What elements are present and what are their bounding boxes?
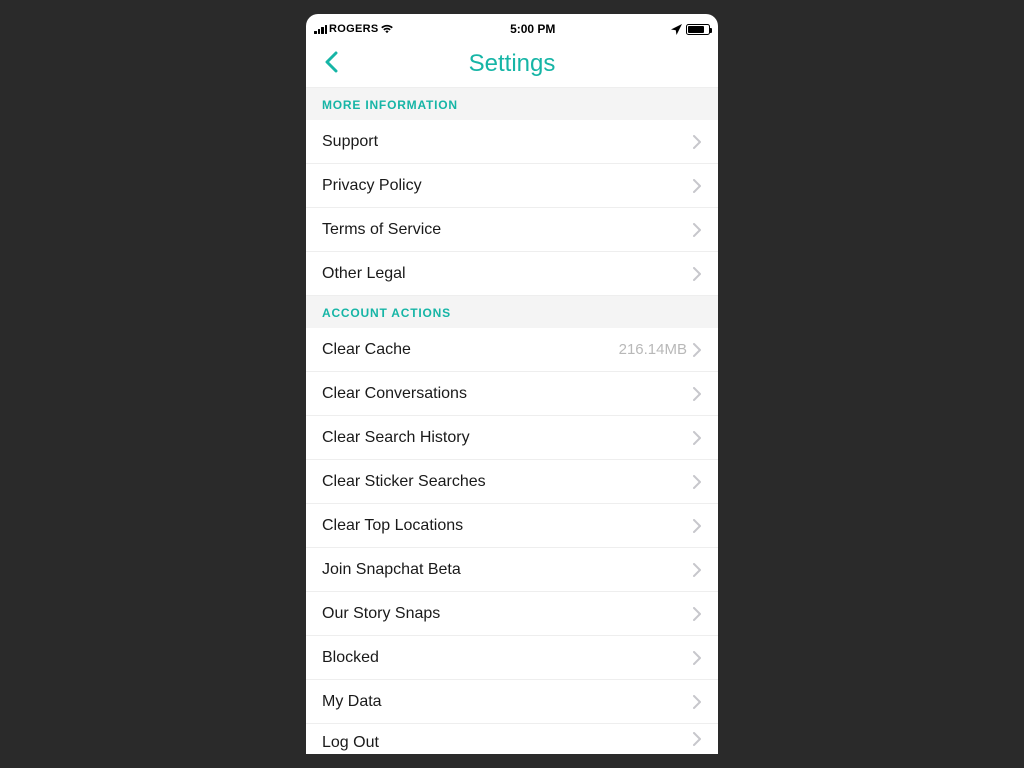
wifi-icon bbox=[380, 24, 394, 34]
row-join-snapchat-beta[interactable]: Join Snapchat Beta bbox=[306, 548, 718, 592]
chevron-right-icon bbox=[693, 343, 702, 357]
row-clear-cache[interactable]: Clear Cache 216.14MB bbox=[306, 328, 718, 372]
settings-list[interactable]: MORE INFORMATION Support Privacy Policy … bbox=[306, 88, 718, 754]
page-title: Settings bbox=[469, 50, 556, 78]
row-label: Other Legal bbox=[322, 265, 406, 283]
row-other-legal[interactable]: Other Legal bbox=[306, 252, 718, 296]
chevron-right-icon bbox=[693, 135, 702, 149]
phone-screen: ROGERS 5:00 PM Settings MORE INFORMATION… bbox=[306, 14, 718, 754]
row-label: Clear Conversations bbox=[322, 385, 467, 403]
row-clear-search-history[interactable]: Clear Search History bbox=[306, 416, 718, 460]
row-label: Our Story Snaps bbox=[322, 605, 440, 623]
chevron-right-icon bbox=[693, 607, 702, 621]
row-label: Terms of Service bbox=[322, 221, 441, 239]
row-clear-top-locations[interactable]: Clear Top Locations bbox=[306, 504, 718, 548]
back-button[interactable] bbox=[316, 46, 346, 82]
row-terms-of-service[interactable]: Terms of Service bbox=[306, 208, 718, 252]
row-label: Privacy Policy bbox=[322, 177, 422, 195]
chevron-right-icon bbox=[693, 267, 702, 281]
chevron-right-icon bbox=[693, 651, 702, 665]
status-bar: ROGERS 5:00 PM bbox=[306, 18, 718, 40]
chevron-right-icon bbox=[693, 519, 702, 533]
location-icon bbox=[671, 24, 682, 35]
row-privacy-policy[interactable]: Privacy Policy bbox=[306, 164, 718, 208]
row-label: Clear Cache bbox=[322, 341, 411, 359]
chevron-right-icon bbox=[693, 563, 702, 577]
section-header-account-actions: ACCOUNT ACTIONS bbox=[306, 296, 718, 328]
chevron-right-icon bbox=[693, 223, 702, 237]
chevron-right-icon bbox=[693, 179, 702, 193]
chevron-right-icon bbox=[693, 475, 702, 489]
row-log-out[interactable]: Log Out bbox=[306, 724, 718, 754]
section-header-more-info: MORE INFORMATION bbox=[306, 88, 718, 120]
chevron-right-icon bbox=[693, 732, 702, 746]
status-left: ROGERS bbox=[314, 23, 394, 35]
row-label: Blocked bbox=[322, 649, 379, 667]
row-our-story-snaps[interactable]: Our Story Snaps bbox=[306, 592, 718, 636]
chevron-right-icon bbox=[693, 695, 702, 709]
chevron-right-icon bbox=[693, 431, 702, 445]
chevron-right-icon bbox=[693, 387, 702, 401]
status-right bbox=[671, 24, 710, 35]
row-support[interactable]: Support bbox=[306, 120, 718, 164]
nav-header: Settings bbox=[306, 40, 718, 88]
row-label: Clear Search History bbox=[322, 429, 470, 447]
row-label: Support bbox=[322, 133, 378, 151]
row-blocked[interactable]: Blocked bbox=[306, 636, 718, 680]
status-time: 5:00 PM bbox=[510, 22, 555, 36]
row-my-data[interactable]: My Data bbox=[306, 680, 718, 724]
row-label: Clear Top Locations bbox=[322, 517, 463, 535]
row-label: My Data bbox=[322, 693, 382, 711]
row-label: Join Snapchat Beta bbox=[322, 561, 461, 579]
signal-icon bbox=[314, 24, 327, 34]
row-label: Log Out bbox=[322, 734, 379, 752]
row-clear-conversations[interactable]: Clear Conversations bbox=[306, 372, 718, 416]
carrier-label: ROGERS bbox=[329, 23, 378, 35]
cache-size-value: 216.14MB bbox=[619, 341, 687, 358]
battery-icon bbox=[686, 24, 710, 35]
row-clear-sticker-searches[interactable]: Clear Sticker Searches bbox=[306, 460, 718, 504]
chevron-left-icon bbox=[324, 51, 338, 73]
row-label: Clear Sticker Searches bbox=[322, 473, 486, 491]
